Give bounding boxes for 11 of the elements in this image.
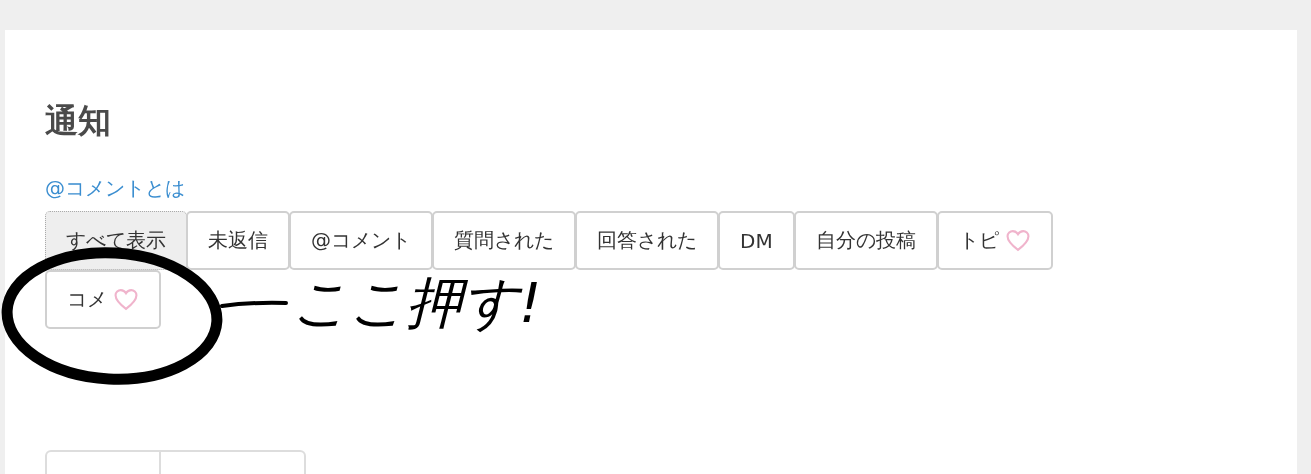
help-link[interactable]: @コメントとは (45, 178, 185, 198)
filter-tab[interactable]: 未返信 (186, 211, 290, 270)
filter-tab[interactable]: 自分の投稿 (793, 211, 938, 270)
filter-tab[interactable]: @コメント (289, 211, 433, 270)
filter-tab[interactable]: DM (718, 211, 795, 270)
filter-tab[interactable]: 回答された (575, 211, 719, 270)
handwritten-note: ここ押す! (292, 272, 542, 334)
filter-tab[interactable]: 質問された (432, 211, 576, 270)
filter-tab[interactable]: コメ (45, 270, 161, 329)
page-title: 通知 (45, 104, 112, 137)
filter-tab[interactable]: トピ (936, 211, 1053, 270)
